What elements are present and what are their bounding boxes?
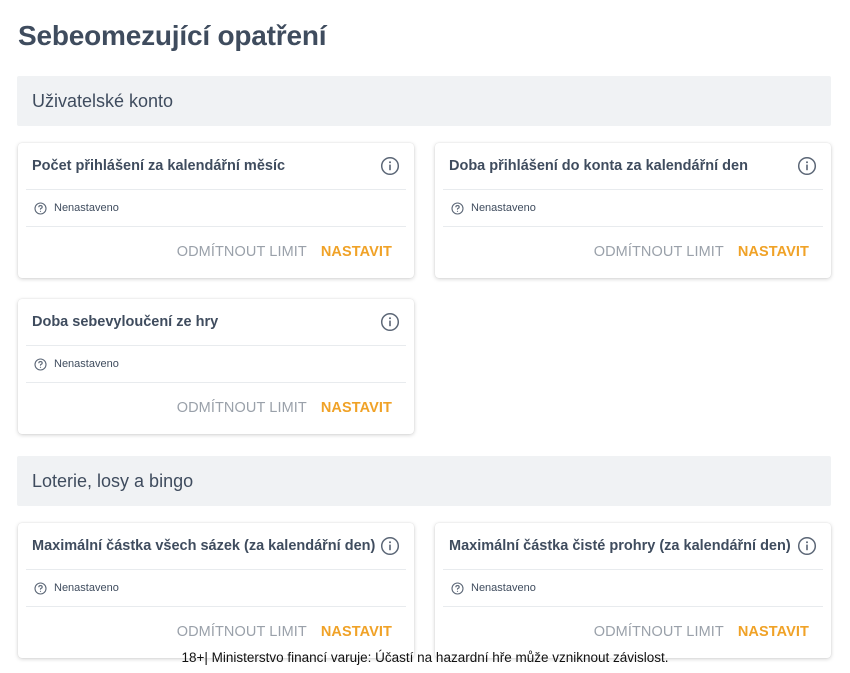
limit-card-login-duration: Doba přihlášení do konta za kalendářní d…: [435, 143, 831, 278]
card-header: Doba sebevyloučení ze hry: [26, 299, 406, 346]
card-status: Nenastaveno: [26, 570, 406, 607]
page-title: Sebeomezující opatření: [18, 20, 327, 51]
card-header: Maximální částka čisté prohry (za kalend…: [443, 523, 823, 570]
status-text: Nenastaveno: [471, 582, 536, 594]
question-circle-icon: [451, 581, 464, 595]
info-icon[interactable]: [380, 312, 400, 332]
decline-limit-button[interactable]: Odmítnout limit: [177, 400, 307, 416]
card-title: Doba přihlášení do konta za kalendářní d…: [449, 158, 748, 174]
card-title: Maximální částka všech sázek (za kalendá…: [32, 538, 376, 554]
set-limit-button[interactable]: Nastavit: [738, 624, 809, 640]
status-text: Nenastaveno: [54, 358, 119, 370]
card-status: Nenastaveno: [26, 190, 406, 227]
card-title: Maximální částka čisté prohry (za kalend…: [449, 538, 791, 554]
question-circle-icon: [34, 357, 47, 371]
info-icon[interactable]: [797, 536, 817, 556]
decline-limit-button[interactable]: Odmítnout limit: [177, 244, 307, 260]
card-title: Počet přihlášení za kalendářní měsíc: [32, 158, 286, 174]
gambling-warning-note: 18+| Ministerstvo financí varuje: Účastí…: [181, 650, 669, 665]
limit-card-max-net-loss: Maximální částka čisté prohry (za kalend…: [435, 523, 831, 658]
decline-limit-button[interactable]: Odmítnout limit: [177, 624, 307, 640]
info-icon[interactable]: [380, 536, 400, 556]
status-text: Nenastaveno: [54, 582, 119, 594]
decline-limit-button[interactable]: Odmítnout limit: [594, 624, 724, 640]
set-limit-button[interactable]: Nastavit: [321, 400, 392, 416]
section-header-user-account: Uživatelské konto: [17, 76, 831, 126]
card-header: Doba přihlášení do konta za kalendářní d…: [443, 143, 823, 190]
card-header: Počet přihlášení za kalendářní měsíc: [26, 143, 406, 190]
set-limit-button[interactable]: Nastavit: [321, 244, 392, 260]
question-circle-icon: [34, 581, 47, 595]
status-text: Nenastaveno: [54, 202, 119, 214]
card-actions: Odmítnout limit Nastavit: [18, 383, 414, 433]
card-status: Nenastaveno: [443, 570, 823, 607]
card-status: Nenastaveno: [26, 346, 406, 383]
question-circle-icon: [34, 201, 47, 215]
card-actions: Odmítnout limit Nastavit: [435, 227, 831, 277]
limit-card-max-bets: Maximální částka všech sázek (za kalendá…: [18, 523, 414, 658]
card-header: Maximální částka všech sázek (za kalendá…: [26, 523, 406, 570]
limit-card-self-exclusion: Doba sebevyloučení ze hry Nenastaveno Od…: [18, 299, 414, 434]
set-limit-button[interactable]: Nastavit: [321, 624, 392, 640]
info-icon[interactable]: [797, 156, 817, 176]
info-icon[interactable]: [380, 156, 400, 176]
card-title: Doba sebevyloučení ze hry: [32, 314, 219, 330]
limit-card-login-count: Počet přihlášení za kalendářní měsíc Nen…: [18, 143, 414, 278]
card-status: Nenastaveno: [443, 190, 823, 227]
status-text: Nenastaveno: [471, 202, 536, 214]
set-limit-button[interactable]: Nastavit: [738, 244, 809, 260]
question-circle-icon: [451, 201, 464, 215]
card-actions: Odmítnout limit Nastavit: [18, 227, 414, 277]
decline-limit-button[interactable]: Odmítnout limit: [594, 244, 724, 260]
section-header-lottery: Loterie, losy a bingo: [17, 456, 831, 506]
